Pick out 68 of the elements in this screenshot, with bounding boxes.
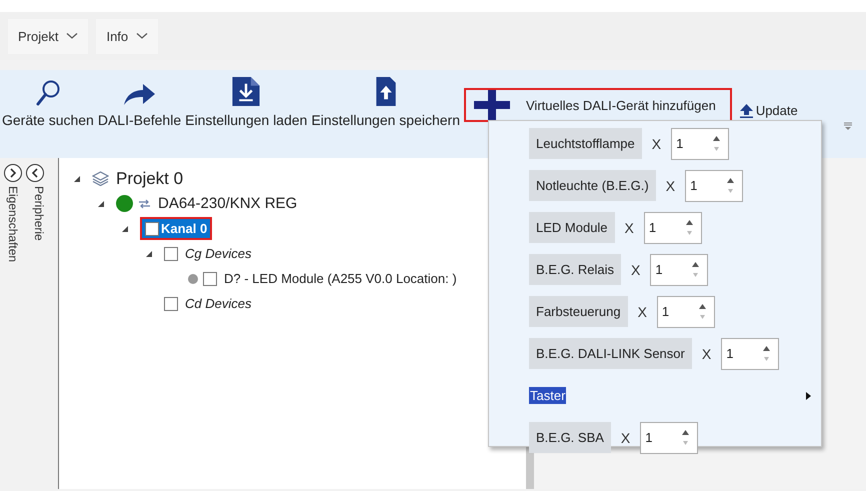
chevron-right-icon — [9, 168, 17, 178]
spinner-arrows-icon[interactable] — [713, 134, 720, 152]
side-tab[interactable]: Peripherie — [32, 186, 46, 262]
expander-icon[interactable] — [73, 174, 81, 182]
checkbox[interactable] — [203, 272, 217, 286]
expander-icon[interactable] — [145, 250, 153, 258]
file-upload-icon — [374, 76, 397, 107]
toolbar-button[interactable]: Einstellungen speichern — [309, 76, 462, 128]
times-sign: X — [666, 178, 676, 194]
checkbox[interactable] — [145, 222, 159, 236]
menu-item[interactable]: B.E.G. DALI-LINK Sensor — [529, 338, 692, 369]
layers-icon — [92, 171, 109, 186]
number-spinner[interactable]: 1 — [644, 212, 702, 244]
overflow-icon — [844, 122, 852, 130]
chevron-left-icon — [31, 168, 39, 178]
spinner-arrows-icon[interactable] — [692, 260, 700, 278]
menu-item[interactable]: Projekt — [8, 18, 88, 54]
number-spinner[interactable]: 1 — [721, 338, 780, 370]
collapse-button[interactable] — [26, 164, 44, 182]
submenu-arrow-icon — [806, 392, 811, 400]
menu-item[interactable]: Leuchtstofflampe — [529, 128, 642, 159]
update-button[interactable]: Update — [738, 103, 800, 122]
transfer-icon — [138, 198, 151, 208]
menu-item[interactable]: Farbsteuerung — [529, 296, 628, 327]
times-sign: X — [631, 262, 640, 278]
file-download-icon — [231, 76, 262, 107]
number-spinner[interactable]: 1 — [671, 128, 730, 160]
times-sign: X — [652, 136, 662, 152]
times-sign: X — [624, 220, 634, 236]
expander-icon[interactable] — [121, 224, 129, 232]
tree-node[interactable]: Cg Devices — [183, 244, 254, 263]
upload-icon — [740, 104, 753, 118]
toolbar-button[interactable]: Geräte suchen — [0, 76, 96, 128]
toolbar-button[interactable]: Einstellungen laden — [183, 76, 310, 128]
number-spinner[interactable]: 1 — [685, 170, 744, 202]
tree-node[interactable]: Cd Devices — [183, 294, 254, 313]
times-sign: X — [638, 304, 647, 320]
spinner-arrows-icon[interactable] — [686, 218, 693, 236]
toolbar-button[interactable]: DALI-Befehle — [96, 76, 184, 128]
spinner-arrows-icon[interactable] — [698, 302, 706, 320]
plus-icon — [474, 90, 510, 120]
checkbox[interactable] — [164, 246, 178, 260]
chevron-down-icon — [136, 32, 148, 40]
arrow-icon — [122, 83, 156, 107]
number-spinner[interactable]: 1 — [640, 422, 698, 454]
number-spinner[interactable]: 1 — [656, 296, 715, 328]
chevron-down-icon — [66, 32, 78, 40]
tree-node[interactable]: Kanal 0 — [140, 217, 212, 240]
spinner-arrows-icon[interactable] — [763, 344, 770, 362]
menu-item[interactable]: Notleuchte (B.E.G.) — [529, 170, 656, 201]
tree-node[interactable]: Projekt 0 — [114, 166, 186, 190]
times-sign: X — [702, 346, 712, 362]
expand-button[interactable] — [4, 164, 22, 182]
spinner-arrows-icon[interactable] — [727, 176, 734, 194]
spinner-arrows-icon[interactable] — [682, 428, 690, 446]
menu-item[interactable]: LED Module — [529, 212, 615, 243]
number-spinner[interactable]: 1 — [650, 254, 708, 286]
submenu-item[interactable]: Taster — [529, 387, 566, 404]
search-icon — [34, 79, 61, 107]
menu-item[interactable]: Info — [96, 18, 158, 54]
tree-node[interactable]: D? - LED Module (A255 V0.0 Location: ) — [222, 269, 459, 288]
times-sign: X — [620, 430, 630, 446]
tree-node[interactable]: DA64-230/KNX REG — [156, 193, 300, 214]
menu-item[interactable]: B.E.G. SBA — [529, 422, 611, 453]
expander-icon[interactable] — [97, 200, 105, 208]
checkbox[interactable] — [164, 296, 178, 310]
menu-item[interactable]: B.E.G. Relais — [529, 254, 622, 285]
side-tab[interactable]: Eigenschaften — [6, 186, 20, 262]
